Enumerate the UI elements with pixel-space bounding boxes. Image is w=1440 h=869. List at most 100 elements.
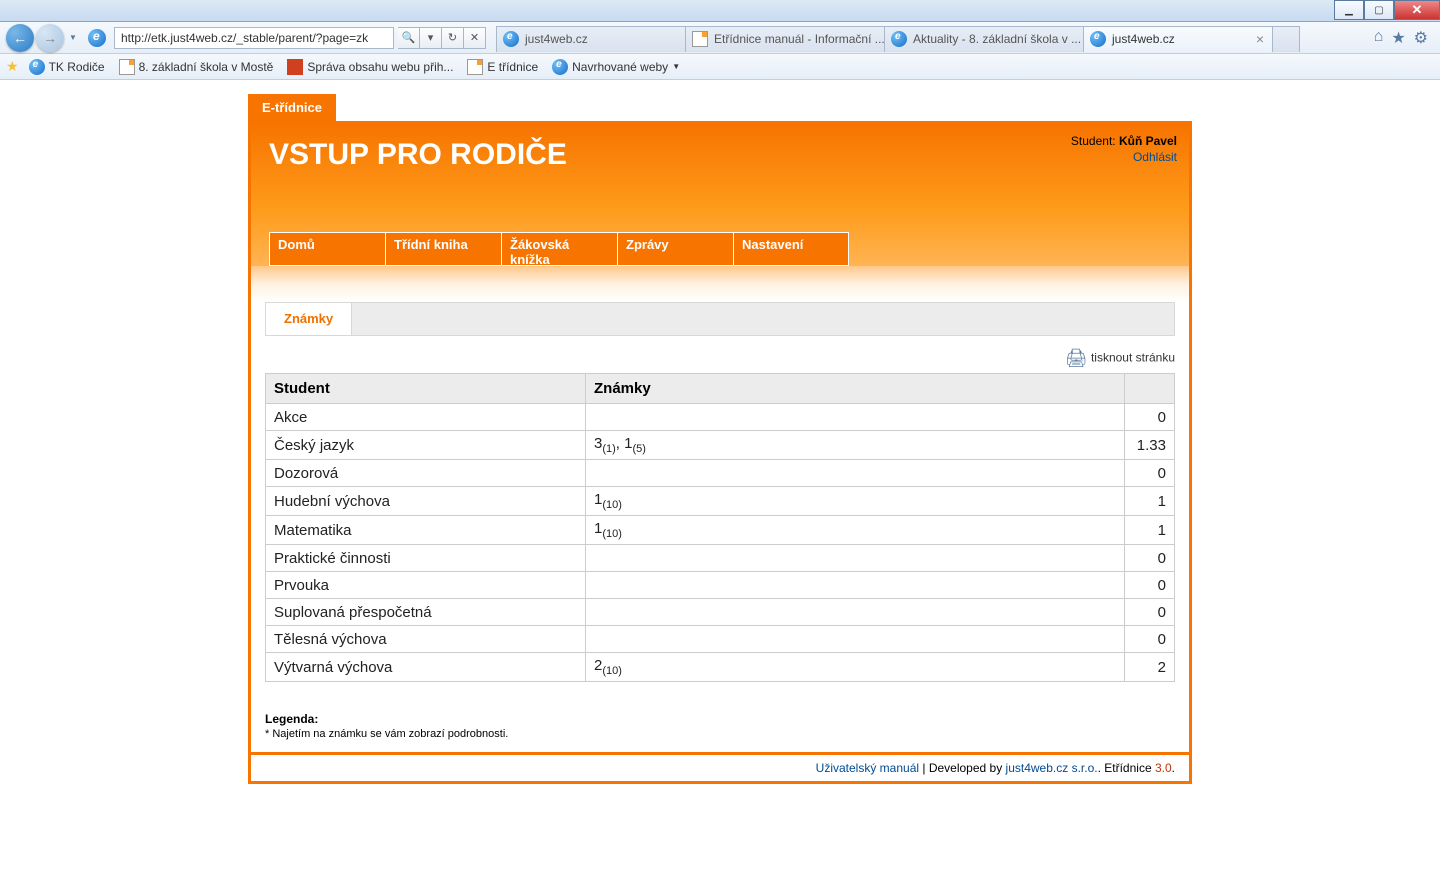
logout-link[interactable]: Odhlásit bbox=[1133, 150, 1177, 164]
app-brand-tab[interactable]: E-třídnice bbox=[248, 94, 336, 121]
subject-cell: Výtvarná výchova bbox=[266, 653, 586, 682]
tab-label: Aktuality - 8. základní škola v ... bbox=[913, 32, 1081, 46]
table-row: Výtvarná výchova2(10)2 bbox=[266, 653, 1175, 682]
subject-cell: Tělesná výchova bbox=[266, 626, 586, 653]
subject-cell: Matematika bbox=[266, 516, 586, 545]
sub-tab-bar: Známky bbox=[265, 302, 1175, 336]
window-close-button[interactable]: ✕ bbox=[1394, 0, 1440, 20]
favorites-icon[interactable]: ★ bbox=[1391, 28, 1405, 48]
compat-button[interactable]: ▾ bbox=[420, 27, 442, 49]
table-row: Český jazyk3(1), 1(5)1.33 bbox=[266, 431, 1175, 460]
company-link[interactable]: just4web.cz s.r.o. bbox=[1006, 761, 1098, 775]
tools-icon[interactable]: ⚙ bbox=[1414, 28, 1428, 48]
tab-label: Etřídnice manuál - Informační ... bbox=[714, 32, 885, 46]
nav-item[interactable]: Třídní kniha bbox=[385, 232, 501, 266]
stop-button[interactable]: ✕ bbox=[464, 27, 486, 49]
footer-dot: . bbox=[1172, 761, 1175, 775]
refresh-button[interactable]: ↻ bbox=[442, 27, 464, 49]
bookmark-item[interactable]: 8. základní škola v Mostě bbox=[119, 59, 274, 75]
col-header-avg bbox=[1125, 374, 1175, 404]
legend-title: Legenda: bbox=[265, 712, 1175, 726]
back-button[interactable]: ← bbox=[6, 24, 34, 52]
table-row: Suplovaná přespočetná0 bbox=[266, 599, 1175, 626]
sub-tab-grades[interactable]: Známky bbox=[266, 303, 352, 335]
grade-weight: (5) bbox=[632, 443, 645, 455]
footer-version: 3.0 bbox=[1155, 761, 1172, 775]
address-bar[interactable] bbox=[114, 27, 394, 49]
doc-favicon bbox=[692, 31, 708, 47]
grades-cell bbox=[586, 599, 1125, 626]
table-row: Matematika1(10)1 bbox=[266, 516, 1175, 545]
bookmark-item[interactable]: E třídnice bbox=[467, 59, 538, 75]
grade-weight: (10) bbox=[602, 665, 622, 677]
legend: Legenda: * Najetím na známku se vám zobr… bbox=[265, 712, 1175, 740]
footer-product: Etřídnice bbox=[1104, 761, 1155, 775]
red-favicon bbox=[287, 59, 303, 75]
grades-cell: 1(10) bbox=[586, 487, 1125, 516]
doc-favicon bbox=[467, 59, 483, 75]
avg-cell: 0 bbox=[1125, 404, 1175, 431]
grades-cell bbox=[586, 404, 1125, 431]
nav-item[interactable]: Nastavení bbox=[733, 232, 849, 266]
avg-cell: 0 bbox=[1125, 599, 1175, 626]
ie-favicon bbox=[891, 31, 907, 47]
subject-cell: Praktické činnosti bbox=[266, 545, 586, 572]
footer-sep1: | Developed by bbox=[919, 761, 1006, 775]
ie-favicon bbox=[1090, 31, 1106, 47]
tab-label: just4web.cz bbox=[525, 32, 588, 46]
manual-link[interactable]: Uživatelský manuál bbox=[816, 761, 919, 775]
subject-cell: Akce bbox=[266, 404, 586, 431]
avg-cell: 1 bbox=[1125, 487, 1175, 516]
grades-cell bbox=[586, 626, 1125, 653]
print-label[interactable]: tisknout stránku bbox=[1091, 351, 1175, 365]
new-tab-button[interactable] bbox=[1272, 26, 1300, 52]
avg-cell: 0 bbox=[1125, 545, 1175, 572]
nav-item[interactable]: Žákovská knížka bbox=[501, 232, 617, 266]
browser-tab[interactable]: just4web.cz bbox=[496, 26, 686, 52]
bookmark-label: Navrhované weby bbox=[572, 60, 668, 74]
table-row: Hudební výchova1(10)1 bbox=[266, 487, 1175, 516]
window-minimize-button[interactable]: ▁ bbox=[1334, 0, 1364, 20]
grades-table: Student Známky Akce0Český jazyk3(1), 1(5… bbox=[265, 373, 1175, 682]
print-icon[interactable]: 🖨 bbox=[1065, 348, 1088, 368]
chevron-down-icon[interactable]: ▼ bbox=[672, 62, 680, 71]
nav-item[interactable]: Zprávy bbox=[617, 232, 733, 266]
bookmark-label: Správa obsahu webu přih... bbox=[307, 60, 453, 74]
ie-icon bbox=[88, 29, 106, 47]
forward-button[interactable]: → bbox=[36, 24, 64, 52]
favorites-star-icon[interactable]: ★ bbox=[6, 58, 19, 75]
avg-cell: 0 bbox=[1125, 626, 1175, 653]
grade-weight: (10) bbox=[602, 528, 622, 540]
nav-history-dropdown[interactable]: ▼ bbox=[66, 24, 80, 52]
browser-tab[interactable]: just4web.cz × bbox=[1083, 26, 1273, 52]
main-nav: DomůTřídní knihaŽákovská knížkaZprávyNas… bbox=[269, 232, 1171, 266]
tab-label: just4web.cz bbox=[1112, 32, 1175, 46]
browser-tab[interactable]: Aktuality - 8. základní škola v ... bbox=[884, 26, 1084, 52]
window-maximize-button[interactable]: ▢ bbox=[1364, 0, 1394, 20]
col-header-student: Student bbox=[266, 374, 586, 404]
grades-cell bbox=[586, 572, 1125, 599]
subject-cell: Hudební výchova bbox=[266, 487, 586, 516]
grades-cell: 2(10) bbox=[586, 653, 1125, 682]
avg-cell: 2 bbox=[1125, 653, 1175, 682]
window-titlebar: ▁ ▢ ✕ bbox=[0, 0, 1440, 22]
col-header-grades: Známky bbox=[586, 374, 1125, 404]
page-title: VSTUP PRO RODIČE bbox=[269, 138, 1171, 172]
ie-favicon bbox=[552, 59, 568, 75]
bookmark-item[interactable]: Správa obsahu webu přih... bbox=[287, 59, 453, 75]
grades-cell bbox=[586, 545, 1125, 572]
table-row: Praktické činnosti 0 bbox=[266, 545, 1175, 572]
avg-cell: 1 bbox=[1125, 516, 1175, 545]
bookmark-item[interactable]: Navrhované weby ▼ bbox=[552, 59, 680, 75]
browser-tabs: just4web.cz Etřídnice manuál - Informační… bbox=[496, 24, 1364, 52]
search-button[interactable]: 🔍 bbox=[398, 27, 420, 49]
close-icon[interactable]: × bbox=[1254, 31, 1266, 47]
home-icon[interactable]: ⌂ bbox=[1374, 28, 1384, 48]
grade-weight: (10) bbox=[602, 499, 622, 511]
avg-cell: 1.33 bbox=[1125, 431, 1175, 460]
bookmark-item[interactable]: TK Rodiče bbox=[29, 59, 105, 75]
avg-cell: 0 bbox=[1125, 572, 1175, 599]
nav-item[interactable]: Domů bbox=[269, 232, 385, 266]
browser-tab[interactable]: Etřídnice manuál - Informační ... bbox=[685, 26, 885, 52]
student-label: Student: bbox=[1071, 134, 1116, 148]
